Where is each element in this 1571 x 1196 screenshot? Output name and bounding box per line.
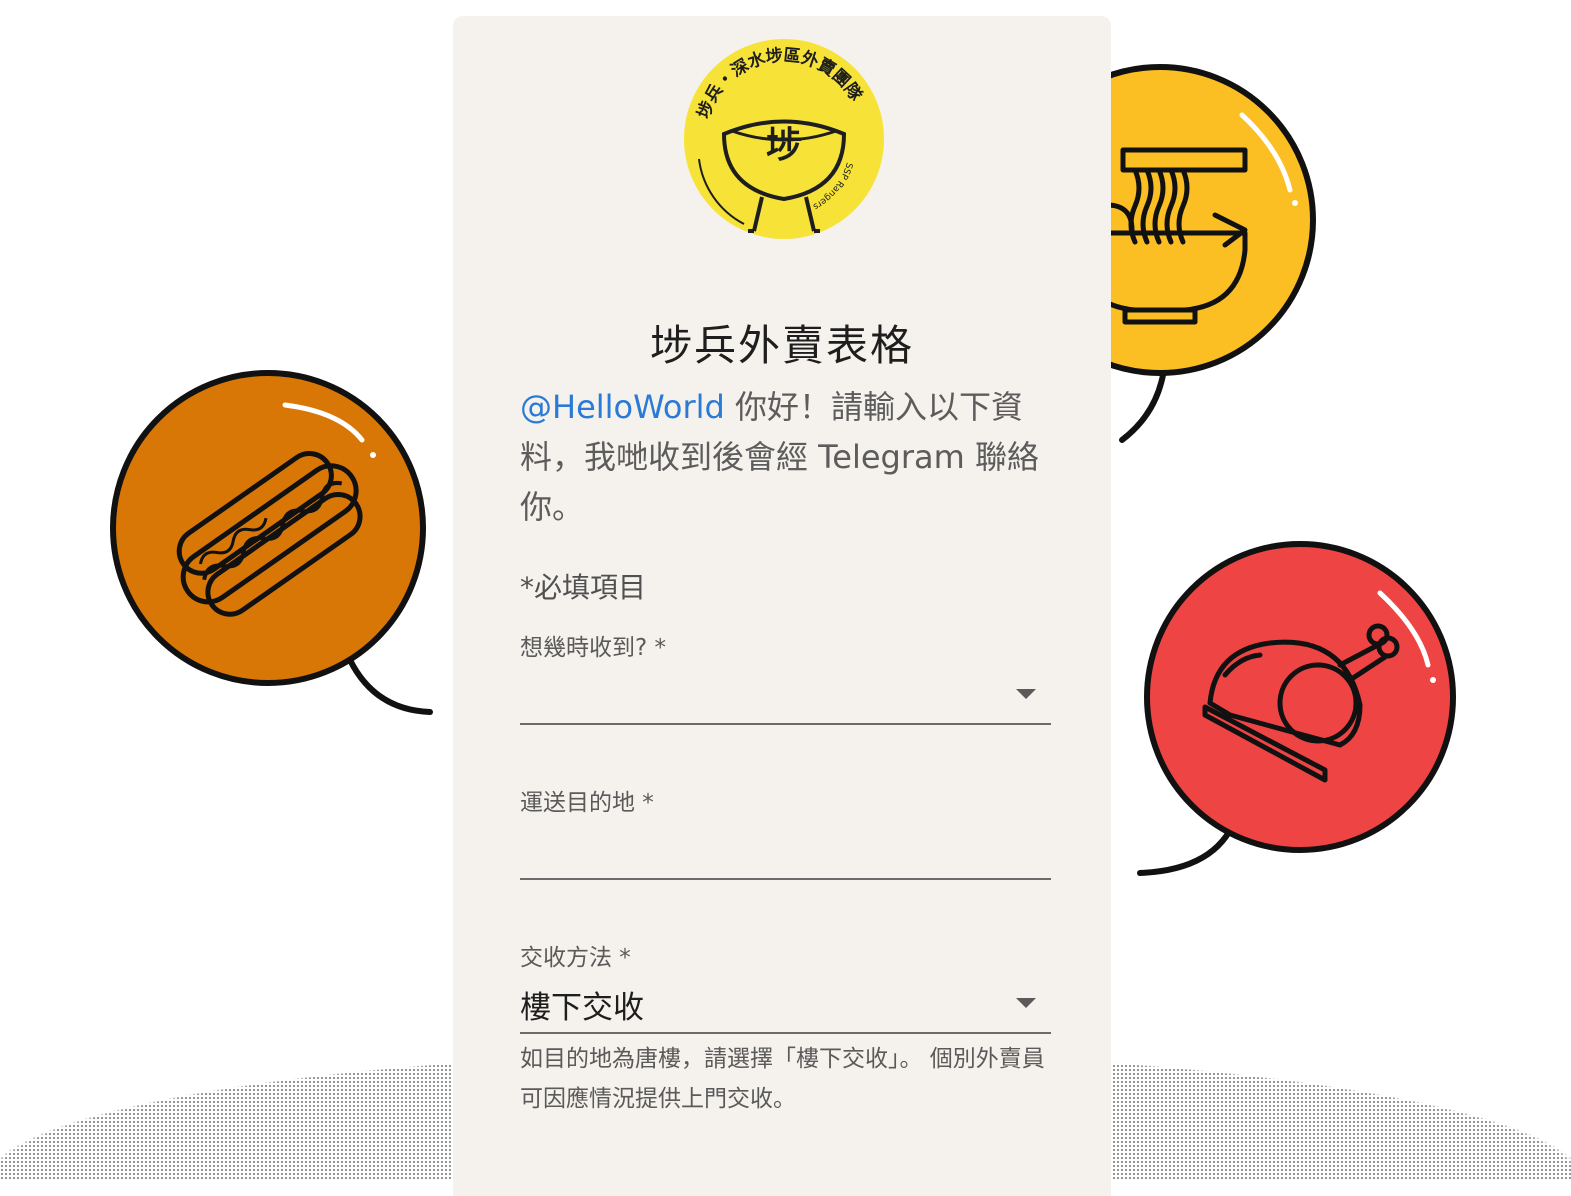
destination-label: 運送目的地 * xyxy=(520,790,654,816)
hotdog-bubble-circle xyxy=(110,370,426,686)
handover-method-value: 樓下交收 xyxy=(520,990,644,1026)
chicken-bubble xyxy=(1137,541,1456,876)
logo-center-char: 埗 xyxy=(766,124,802,166)
handover-method-select[interactable]: 樓下交收 xyxy=(520,976,1051,1032)
intro-text: @HelloWorld 你好！請輸入以下資料，我哋收到後會經 Telegram … xyxy=(520,382,1050,532)
delivery-time-label: 想幾時收到? * xyxy=(520,635,667,661)
user-handle: @HelloWorld xyxy=(520,388,725,426)
handover-helper-text: 如目的地為唐樓，請選擇「樓下交收」。 個別外賣員可因應情況提供上門交收。 xyxy=(520,1046,1045,1112)
handover-method-label: 交收方法 * xyxy=(520,945,631,971)
destination-underline xyxy=(520,878,1051,880)
delivery-time-select[interactable] xyxy=(520,666,1051,724)
destination-input[interactable] xyxy=(520,822,1051,878)
chevron-down-icon[interactable] xyxy=(1016,998,1036,1008)
form-title: 埗兵外賣表格 xyxy=(649,321,914,370)
form-card: 埗兵・深水埗區外賣團隊 SSP Rangers 埗 埗兵外賣表格 @HelloW… xyxy=(453,16,1111,1196)
chicken-bubble-circle xyxy=(1144,541,1456,853)
handover-method-underline xyxy=(520,1032,1051,1034)
chevron-down-icon[interactable] xyxy=(1016,689,1036,699)
required-note: *必填項目 xyxy=(520,571,647,604)
ssp-rangers-logo: 埗兵・深水埗區外賣團隊 SSP Rangers 埗 xyxy=(684,39,884,239)
hotdog-bubble xyxy=(110,370,433,715)
delivery-time-underline xyxy=(520,723,1051,725)
